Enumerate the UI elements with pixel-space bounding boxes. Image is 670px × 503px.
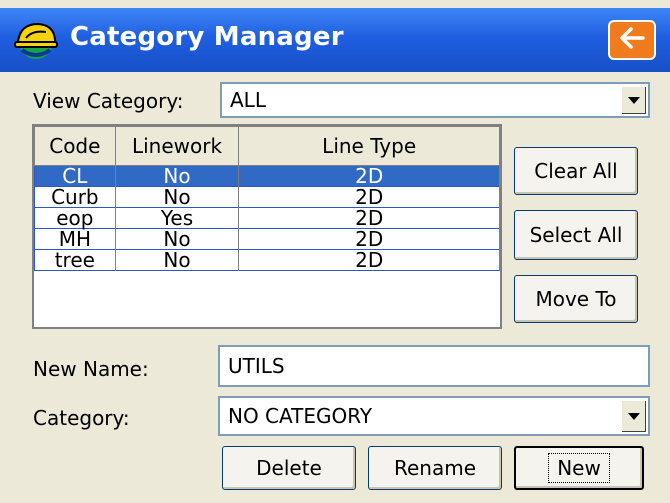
new-name-value: UTILS [228,354,285,378]
table-row[interactable]: CL No 2D [34,165,500,187]
cell-code: Curb [34,186,116,208]
table-row[interactable]: eop Yes 2D [34,207,500,229]
cell-line-type: 2D [238,249,500,271]
back-button[interactable] [608,20,656,60]
window-title: Category Manager [70,22,344,52]
table-row[interactable]: Curb No 2D [34,186,500,208]
delete-button[interactable]: Delete [222,446,356,490]
cell-linework: No [114,165,240,187]
cell-line-type: 2D [238,207,500,229]
chevron-down-icon[interactable] [621,86,646,114]
move-to-button[interactable]: Move To [514,275,638,323]
category-value: NO CATEGORY [228,404,373,428]
column-header-linework[interactable]: Linework [114,126,240,166]
cell-code: eop [34,207,116,229]
hardhat-icon [12,18,60,62]
rename-button[interactable]: Rename [368,446,502,490]
cell-line-type: 2D [238,165,500,187]
new-name-input[interactable]: UTILS [218,345,650,387]
new-button[interactable]: New [514,446,644,490]
cell-linework: Yes [114,207,240,229]
cell-code: tree [34,249,116,271]
code-list[interactable]: Code Linework Line Type CL No 2D Curb No… [32,124,502,329]
new-name-label: New Name: [33,357,149,381]
cell-line-type: 2D [238,228,500,250]
view-category-select[interactable]: ALL [220,82,650,118]
table-row[interactable]: MH No 2D [34,228,500,250]
chevron-down-icon[interactable] [621,400,646,432]
category-manager-window: Category Manager View Category: ALL Code… [0,0,670,503]
title-bar: Category Manager [0,8,670,72]
select-all-button[interactable]: Select All [514,210,638,260]
new-button-label: New [548,453,610,483]
cell-code: CL [34,165,116,187]
column-header-code[interactable]: Code [34,126,116,166]
cell-linework: No [114,186,240,208]
back-arrow-icon [617,26,647,54]
column-header-line-type[interactable]: Line Type [238,126,500,166]
cell-line-type: 2D [238,186,500,208]
cell-linework: No [114,249,240,271]
view-category-label: View Category: [33,89,184,113]
table-row[interactable]: tree No 2D [34,249,500,271]
view-category-value: ALL [230,88,266,112]
clear-all-button[interactable]: Clear All [514,147,638,195]
category-select[interactable]: NO CATEGORY [218,396,650,436]
category-label: Category: [33,406,130,430]
cell-code: MH [34,228,116,250]
cell-linework: No [114,228,240,250]
